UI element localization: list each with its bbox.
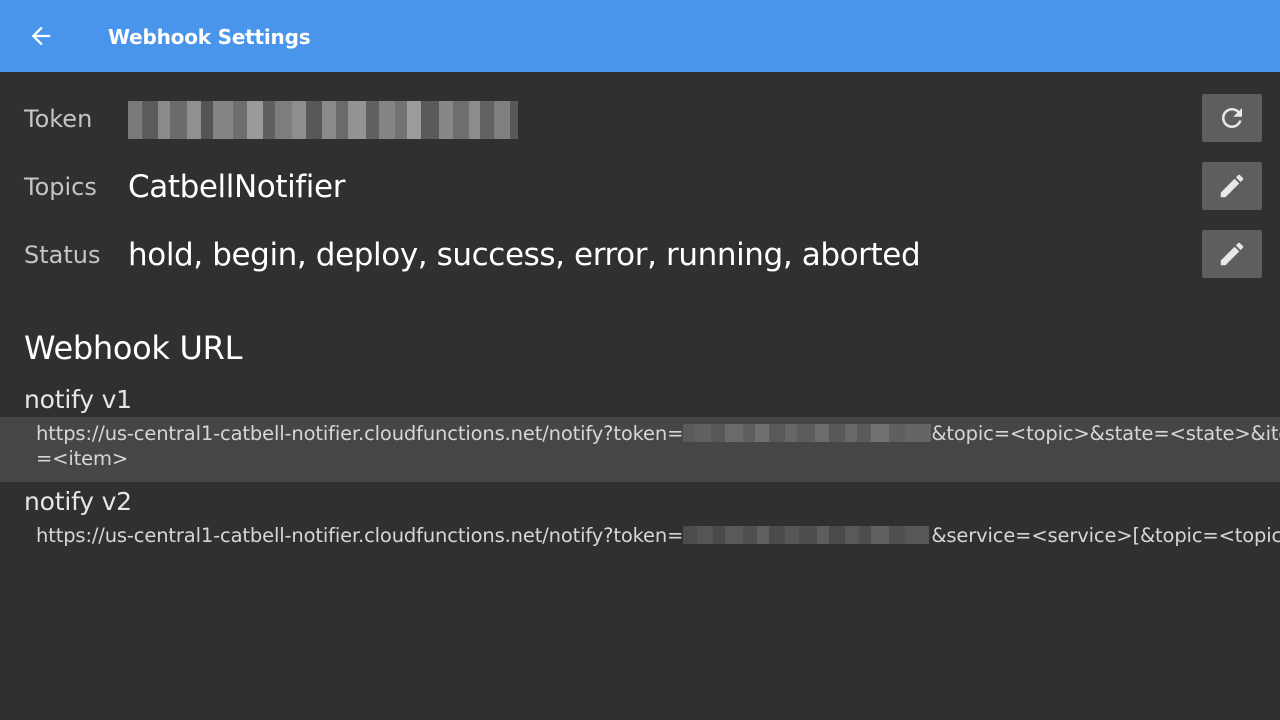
url-prefix: https://us-central1-catbell-notifier.clo… — [36, 422, 684, 445]
notify-v1-url-line1: https://us-central1-catbell-notifier.clo… — [36, 421, 1280, 446]
status-value: hold, begin, deploy, success, error, run… — [128, 237, 921, 273]
refresh-icon — [1222, 108, 1242, 128]
edit-pencil-icon — [1220, 242, 1244, 266]
page-title: Webhook Settings — [108, 25, 311, 49]
notify-v1-url-line2: =<item> — [36, 447, 129, 470]
notify-v2-title: notify v2 — [24, 487, 132, 516]
status-label: Status — [24, 241, 101, 269]
token-redacted — [683, 525, 931, 544]
notify-v1-title: notify v1 — [24, 385, 132, 414]
topics-label: Topics — [24, 173, 97, 201]
notify-v2-url[interactable]: https://us-central1-catbell-notifier.clo… — [0, 519, 1280, 553]
back-button[interactable] — [18, 14, 64, 58]
notify-v1-url[interactable]: https://us-central1-catbell-notifier.clo… — [0, 417, 1280, 482]
url-suffix: &topic=<topic>&state=<state>&item — [931, 422, 1280, 445]
notify-v2-url-line1: https://us-central1-catbell-notifier.clo… — [36, 523, 1280, 548]
topics-value: CatbellNotifier — [128, 169, 346, 205]
token-value-redacted — [128, 101, 518, 139]
token-label: Token — [24, 105, 93, 133]
url-prefix: https://us-central1-catbell-notifier.clo… — [36, 524, 684, 547]
edit-pencil-icon — [1220, 174, 1244, 198]
refresh-token-button[interactable] — [1202, 94, 1262, 142]
webhook-url-heading: Webhook URL — [24, 329, 243, 367]
app-bar: Webhook Settings — [0, 0, 1280, 72]
edit-status-button[interactable] — [1202, 230, 1262, 278]
token-redacted — [683, 423, 932, 442]
edit-topics-button[interactable] — [1202, 162, 1262, 210]
arrow-back-icon — [31, 26, 51, 46]
url-suffix: &service=<service>[&topic=<topic>] — [931, 524, 1280, 547]
